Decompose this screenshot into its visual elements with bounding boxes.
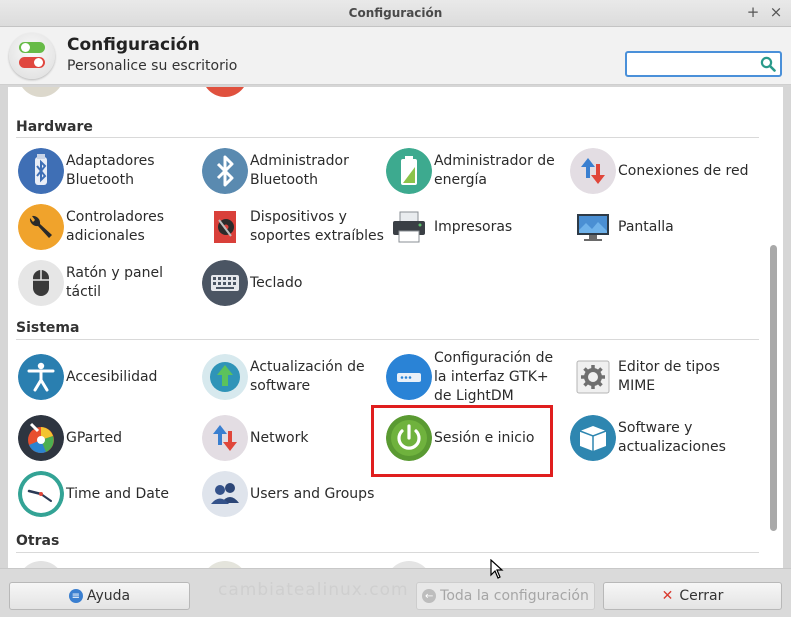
item-controladores-adicionales[interactable]: Controladores adicionales [16,201,200,253]
item-label: Dispositivos y soportes extraíbles [250,209,384,244]
partial-item-icon[interactable] [18,561,64,568]
item-label: Time and Date [66,485,169,502]
vertical-scrollbar[interactable] [770,87,779,568]
footer-bar: cambiatealinux.com ≡ Ayuda ← Toda la con… [0,568,791,617]
watermark-text: cambiatealinux.com [218,580,409,600]
item-administrador-energia[interactable]: Administrador de energía [384,145,568,197]
item-label: Network [250,429,309,446]
item-sesion-e-inicio[interactable]: Sesión e inicio [384,412,568,464]
search-box[interactable] [625,51,782,77]
window-title: Configuración [348,6,443,20]
mouse-pointer-icon [490,559,504,579]
search-input[interactable] [630,55,758,73]
window-titlebar: Configuración + × [0,0,791,27]
section-divider [16,137,759,138]
section-divider [16,339,759,340]
all-settings-button-label: Toda la configuración [440,588,589,604]
item-label: Controladores adicionales [66,209,164,244]
settings-panel: Hardware Adaptadores Bluetooth Administr… [8,87,783,568]
partial-item-icon[interactable] [202,561,248,568]
item-label: Teclado [250,274,303,291]
search-icon[interactable] [760,56,776,72]
section-title-hardware: Hardware [16,119,93,135]
item-label: Software y actualizaciones [618,420,726,455]
wrench-icon [18,204,64,250]
item-label: Users and Groups [250,485,375,502]
item-label: Impresoras [434,218,513,235]
item-label: Ratón y panel táctil [66,265,163,300]
all-settings-button[interactable]: ← Toda la configuración [416,582,595,610]
scrolled-item-icon[interactable] [18,87,64,97]
scrolled-item-icon[interactable] [202,87,248,97]
item-impresoras[interactable]: Impresoras [384,201,568,253]
battery-icon [386,148,432,194]
close-button-label: Cerrar [679,588,724,604]
item-label: Actualización de software [250,359,365,394]
package-box-icon [570,415,616,461]
bluetooth-adapter-icon [18,148,64,194]
item-raton-panel-tactil[interactable]: Ratón y panel táctil [16,257,200,309]
network-arrows-icon [202,415,248,461]
mouse-icon [18,260,64,306]
item-dispositivos-soportes[interactable]: Dispositivos y soportes extraíbles [200,201,384,253]
item-label: Administrador de energía [434,153,555,188]
keyboard-icon [202,260,248,306]
gear-icon [570,354,616,400]
help-icon: ≡ [68,589,83,603]
item-pantalla[interactable]: Pantalla [568,201,752,253]
item-label: Sesión e inicio [434,429,535,446]
item-software-actualizaciones[interactable]: Software y actualizaciones [568,412,752,464]
item-label: Accesibilidad [66,368,158,385]
media-disc-icon [202,204,248,250]
close-button[interactable]: ✕ Cerrar [603,582,782,610]
item-accesibilidad[interactable]: Accesibilidad [16,351,200,403]
printer-icon [386,204,432,250]
item-time-and-date[interactable]: Time and Date [16,468,200,520]
bluetooth-icon [202,148,248,194]
item-label: Administrador Bluetooth [250,153,349,188]
item-administrador-bluetooth[interactable]: Administrador Bluetooth [200,145,384,197]
item-network[interactable]: Network [200,412,384,464]
back-arrow-icon: ← [422,589,437,603]
section-title-otras: Otras [16,533,60,549]
gparted-icon [18,415,64,461]
item-label: Pantalla [618,218,674,235]
item-conexiones-de-red[interactable]: Conexiones de red [568,145,752,197]
accessibility-icon [18,354,64,400]
users-icon [202,471,248,517]
item-label: Conexiones de red [618,162,749,179]
help-button[interactable]: ≡ Ayuda [9,582,190,610]
item-label: Configuración de la interfaz GTK+ de Lig… [434,349,554,404]
page-title: Configuración [67,35,200,55]
partial-item-icon[interactable] [386,561,432,568]
section-divider [16,552,759,553]
item-label: Editor de tipos MIME [618,359,720,394]
monitor-icon [570,204,616,250]
section-title-sistema: Sistema [16,320,80,336]
scrollbar-thumb[interactable] [770,245,777,531]
item-editor-tipos-mime[interactable]: Editor de tipos MIME [568,351,752,403]
close-window-button[interactable]: × [767,3,785,21]
item-teclado[interactable]: Teclado [200,257,384,309]
clock-icon [18,471,64,517]
lightdm-icon [386,354,432,400]
help-button-label: Ayuda [86,588,131,604]
settings-toggles-icon [9,33,55,79]
item-lightdm-gtk[interactable]: Configuración de la interfaz GTK+ de Lig… [384,349,568,404]
item-adaptadores-bluetooth[interactable]: Adaptadores Bluetooth [16,145,200,197]
item-actualizacion-software[interactable]: Actualización de software [200,351,384,403]
software-update-icon [202,354,248,400]
settings-header: Configuración Personalice su escritorio [0,27,791,85]
close-icon: ✕ [661,588,674,604]
maximize-button[interactable]: + [744,3,762,21]
power-icon [386,415,432,461]
item-users-and-groups[interactable]: Users and Groups [200,468,384,520]
network-arrows-icon [570,148,616,194]
page-subtitle: Personalice su escritorio [67,58,238,74]
item-gparted[interactable]: GParted [16,412,200,464]
item-label: Adaptadores Bluetooth [66,153,155,188]
item-label: GParted [66,429,122,446]
